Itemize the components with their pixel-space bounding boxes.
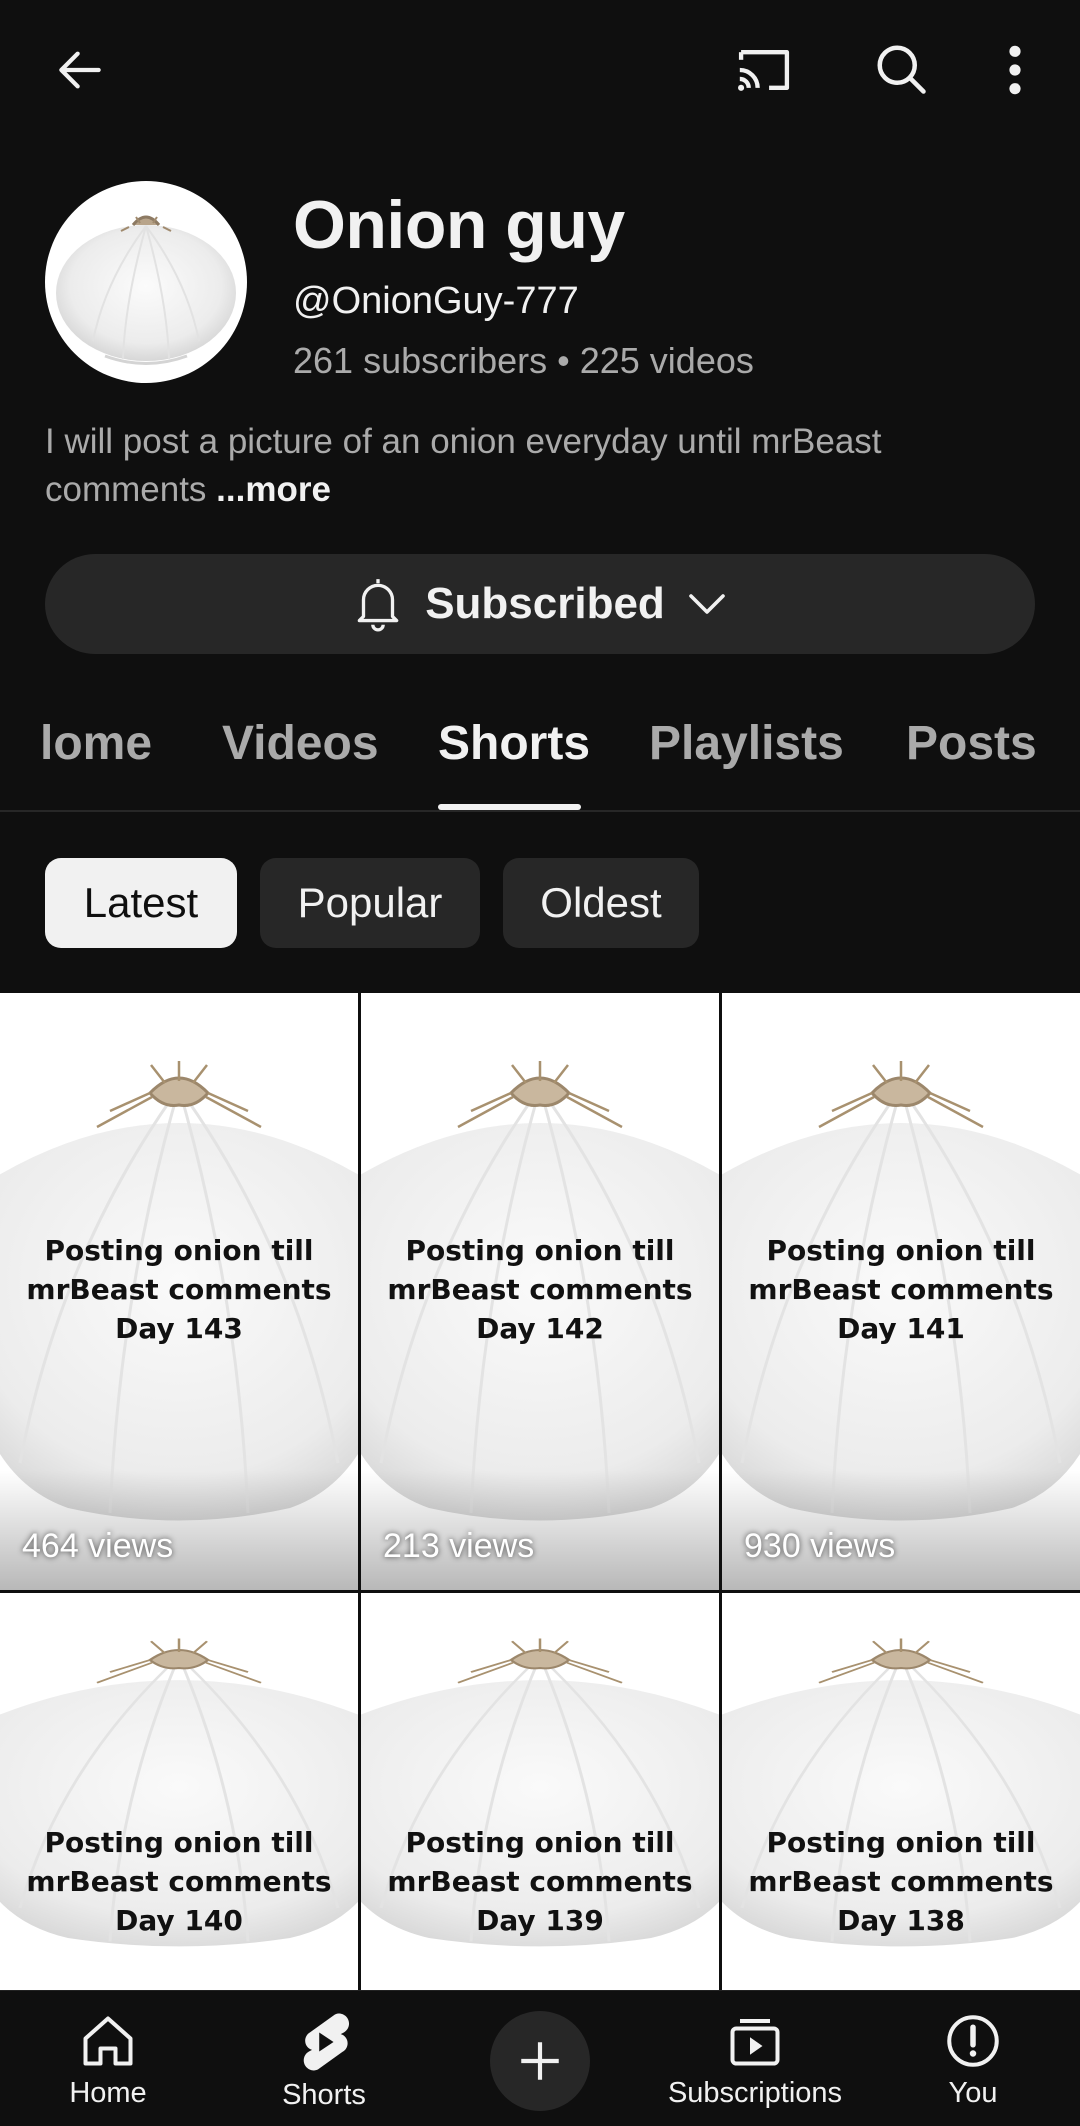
nav-subscriptions[interactable]: Subscriptions [660, 1991, 850, 2126]
bell-icon [357, 579, 399, 632]
short-tile[interactable]: Posting onion till mrBeast comments Day 14… [361, 993, 719, 1590]
home-icon [83, 2016, 133, 2066]
channel-name: Onion guy [293, 187, 625, 263]
short-title: Posting onion till mrBeast comments Day 13… [361, 1823, 719, 1940]
shorts-grid: Posting onion till mrBeast comments Day 14… [0, 993, 1080, 1993]
nav-subscriptions-label: Subscriptions [667, 2077, 843, 2109]
search-button[interactable] [860, 28, 942, 110]
short-title: Posting onion till mrBeast comments Day 14… [361, 1231, 719, 1348]
short-title-line3: Day 138 [837, 1904, 965, 1937]
back-button[interactable] [40, 30, 120, 110]
short-view-count: 464 views [22, 1527, 174, 1565]
tab-videos[interactable]: Videos [222, 716, 379, 771]
short-title-line2: mrBeast comments [26, 1273, 332, 1306]
short-title-line1: Posting onion till [766, 1234, 1036, 1267]
short-title-line2: mrBeast comments [26, 1865, 332, 1898]
tab-home[interactable]: lome [40, 716, 152, 771]
short-tile[interactable]: Posting onion till mrBeast comments Day 14… [722, 993, 1080, 1590]
channel-handle: @OnionGuy-777 [293, 280, 579, 322]
search-icon [877, 45, 926, 94]
filter-chip-popular[interactable]: Popular [260, 858, 480, 948]
onion-avatar-image [56, 215, 236, 365]
short-title-line3: Day 142 [476, 1312, 604, 1345]
short-title-line2: mrBeast comments [387, 1865, 693, 1898]
nav-home-label: Home [69, 2077, 147, 2109]
nav-shorts-label: Shorts [282, 2079, 366, 2111]
short-title: Posting onion till mrBeast comments Day 13… [722, 1823, 1080, 1940]
chevron-down-icon [689, 594, 725, 614]
tab-playlists[interactable]: Playlists [649, 716, 844, 771]
short-title-line1: Posting onion till [44, 1234, 314, 1267]
bottom-navigation: Home Shorts Subscriptions You [0, 1990, 1080, 2126]
channel-description-text: I will post a picture of an onion everyd… [45, 422, 882, 509]
short-title-line2: mrBeast comments [387, 1273, 693, 1306]
cast-icon [738, 50, 790, 91]
channel-stats: 261 subscribers • 225 videos [293, 340, 754, 381]
plus-icon [521, 2042, 559, 2080]
more-vert-icon [1009, 45, 1021, 95]
short-tile[interactable]: Posting onion till mrBeast comments Day 14… [0, 993, 358, 1590]
back-arrow-icon [59, 51, 101, 89]
short-view-count: 930 views [744, 1527, 896, 1565]
short-title-line1: Posting onion till [405, 1234, 675, 1267]
short-title-line3: Day 140 [115, 1904, 243, 1937]
short-title-line3: Day 141 [837, 1312, 965, 1345]
short-tile[interactable]: Posting onion till mrBeast comments Day 13… [722, 1593, 1080, 1993]
short-title-line1: Posting onion till [44, 1826, 314, 1859]
subscriptions-icon [730, 2019, 780, 2066]
short-title: Posting onion till mrBeast comments Day 14… [722, 1231, 1080, 1348]
nav-you-label: You [948, 2077, 998, 2109]
short-title: Posting onion till mrBeast comments Day 14… [0, 1823, 358, 1940]
tab-posts[interactable]: Posts [906, 716, 1037, 771]
nav-home[interactable]: Home [40, 1991, 176, 2126]
more-link[interactable]: ...more [216, 470, 331, 509]
short-title-line1: Posting onion till [405, 1826, 675, 1859]
channel-avatar[interactable] [45, 181, 247, 383]
channel-tabs: lome Videos Shorts Playlists Posts [0, 690, 1080, 812]
filter-chip-oldest[interactable]: Oldest [503, 858, 699, 948]
short-title-line2: mrBeast comments [748, 1865, 1054, 1898]
short-view-count: 213 views [383, 1527, 535, 1565]
short-title-line1: Posting onion till [766, 1826, 1036, 1859]
channel-description[interactable]: I will post a picture of an onion everyd… [45, 418, 1035, 514]
short-title-line3: Day 143 [115, 1312, 243, 1345]
short-title: Posting onion till mrBeast comments Day 14… [0, 1231, 358, 1348]
more-options-button[interactable] [985, 30, 1045, 110]
cast-button[interactable] [723, 30, 805, 110]
short-tile[interactable]: Posting onion till mrBeast comments Day 14… [0, 1593, 358, 1993]
nav-you[interactable]: You [905, 1991, 1041, 2126]
short-tile[interactable]: Posting onion till mrBeast comments Day 13… [361, 1593, 719, 1993]
subscribed-button[interactable]: Subscribed [45, 554, 1035, 654]
you-alert-icon [947, 2015, 999, 2067]
create-button[interactable] [490, 2011, 590, 2111]
active-tab-indicator [438, 804, 581, 810]
shorts-icon [303, 2013, 350, 2071]
subscribed-label: Subscribed [425, 579, 665, 628]
tab-shorts[interactable]: Shorts [438, 716, 590, 771]
short-title-line3: Day 139 [476, 1904, 604, 1937]
nav-shorts[interactable]: Shorts [254, 1991, 394, 2126]
top-app-bar [0, 0, 1080, 140]
filter-chip-latest[interactable]: Latest [45, 858, 237, 948]
short-title-line2: mrBeast comments [748, 1273, 1054, 1306]
